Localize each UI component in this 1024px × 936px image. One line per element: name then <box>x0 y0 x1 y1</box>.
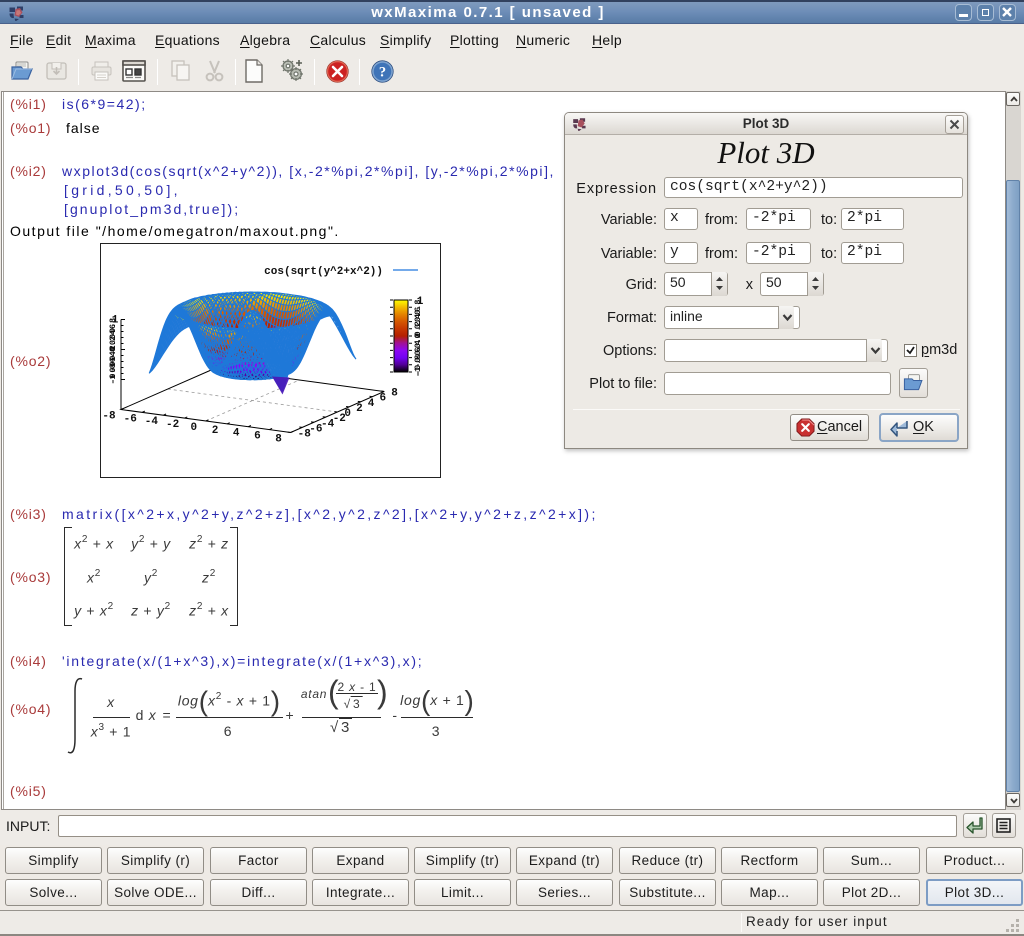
svg-text:cos(sqrt(y^2+x^2)): cos(sqrt(y^2+x^2)) <box>264 266 383 278</box>
svg-text:-6: -6 <box>124 413 137 425</box>
svg-text:-2: -2 <box>166 419 179 431</box>
svg-text:6: 6 <box>380 393 387 405</box>
svg-text:-4: -4 <box>145 416 159 428</box>
svg-text:8: 8 <box>391 388 398 400</box>
svg-text:-8: -8 <box>102 411 116 423</box>
svg-text:1: 1 <box>112 315 119 327</box>
svg-text:-1: -1 <box>413 367 423 377</box>
svg-text:6: 6 <box>254 431 261 443</box>
svg-text:?: ? <box>379 65 386 81</box>
svg-text:1: 1 <box>417 296 424 308</box>
svg-text:0: 0 <box>190 422 197 434</box>
svg-text:4: 4 <box>368 398 375 410</box>
svg-text:0: 0 <box>344 408 351 420</box>
svg-text:2: 2 <box>356 403 363 415</box>
svg-text:4: 4 <box>233 428 240 440</box>
svg-text:8: 8 <box>275 434 282 446</box>
svg-text:2: 2 <box>212 425 219 437</box>
